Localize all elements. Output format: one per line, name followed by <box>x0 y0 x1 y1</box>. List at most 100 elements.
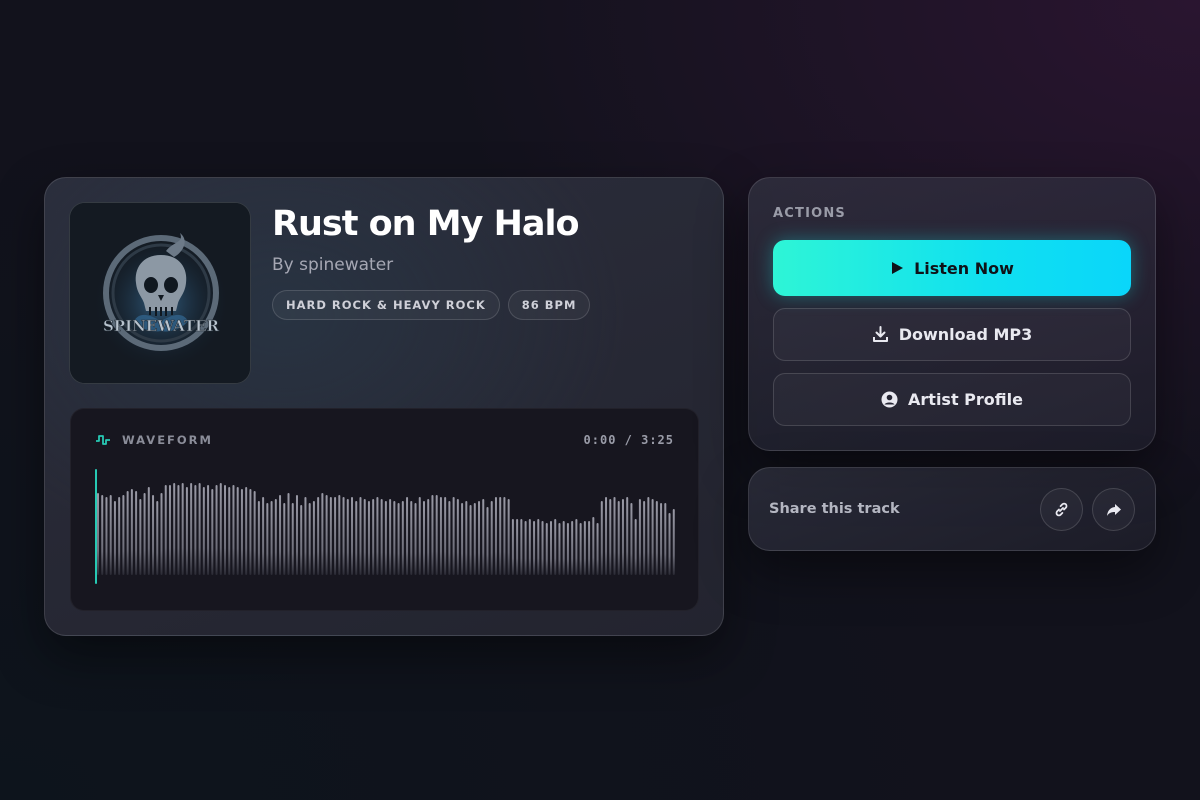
waveform-bar <box>173 483 176 575</box>
waveform-bar <box>545 523 548 575</box>
waveform-bar <box>630 503 633 575</box>
listen-now-button[interactable]: Listen Now <box>773 240 1131 296</box>
waveform-bar <box>338 495 341 575</box>
waveform-bar <box>321 493 324 575</box>
waveform-bar <box>329 497 332 575</box>
waveform-bar <box>219 483 222 575</box>
waveform-bar <box>152 495 155 575</box>
waveform-bar <box>499 497 502 575</box>
waveform-bars[interactable] <box>95 467 675 583</box>
waveform-bar <box>461 503 464 575</box>
waveform-bar <box>177 485 180 575</box>
share-label: Share this track <box>769 501 900 517</box>
waveform-bar <box>130 489 133 575</box>
waveform-bar <box>626 497 629 575</box>
waveform-bar <box>427 499 430 575</box>
waveform-bar <box>245 487 248 575</box>
share-forward-button[interactable] <box>1092 488 1135 531</box>
waveform-bar <box>190 483 193 575</box>
waveform-bar <box>452 497 455 575</box>
waveform-bar <box>126 491 129 575</box>
waveform-bar <box>634 519 637 575</box>
waveform-bar <box>410 501 413 575</box>
download-mp3-button[interactable]: Download MP3 <box>773 308 1131 361</box>
waveform-bar <box>660 503 663 575</box>
waveform-bar <box>113 501 116 575</box>
waveform-bar <box>198 483 201 575</box>
waveform-panel[interactable]: WAVEFORM 0:00 / 3:25 <box>70 408 699 611</box>
skull-emblem-icon: SPINEWATER <box>70 203 250 383</box>
waveform-bar <box>494 497 497 575</box>
bpm-tag: 86 BPM <box>507 290 591 320</box>
genre-tag[interactable]: HARD ROCK & HEAVY ROCK <box>272 290 500 320</box>
waveform-bar <box>549 521 552 575</box>
cover-logo-text: SPINEWATER <box>103 317 220 335</box>
waveform-bar <box>181 483 184 575</box>
waveform-bar <box>414 503 417 575</box>
waveform-bar <box>363 499 366 575</box>
waveform-bar <box>516 519 519 575</box>
waveform-bar <box>537 519 540 575</box>
waveform-bar <box>533 521 536 575</box>
waveform-bar <box>439 497 442 575</box>
waveform-bar <box>270 501 273 575</box>
playback-time: 0:00 / 3:25 <box>583 433 674 447</box>
waveform-bar <box>520 519 523 575</box>
waveform-bar <box>647 497 650 575</box>
waveform-bar <box>376 497 379 575</box>
waveform-bar <box>194 485 197 575</box>
copy-link-button[interactable] <box>1040 488 1083 531</box>
waveform-bar <box>444 497 447 575</box>
waveform-bar <box>507 499 510 575</box>
track-card: SPINEWATER Rust on My Halo By spinewater… <box>44 177 724 636</box>
waveform-bar <box>139 499 142 575</box>
waveform-bar <box>215 485 218 575</box>
actions-card: ACTIONS Listen Now Download MP3 Artist P… <box>748 177 1156 451</box>
waveform-bar <box>304 497 307 575</box>
waveform-bar <box>490 501 493 575</box>
waveform-bar <box>621 499 624 575</box>
waveform-bar <box>406 497 409 575</box>
waveform-bar <box>380 499 383 575</box>
waveform-bar <box>236 487 239 575</box>
waveform-bar <box>617 501 620 575</box>
waveform-bar <box>211 489 214 575</box>
album-cover: SPINEWATER <box>69 202 251 384</box>
waveform-bar <box>207 485 210 575</box>
download-icon <box>872 326 888 342</box>
waveform-bar <box>253 491 256 575</box>
waveform-bar <box>317 497 320 575</box>
waveform-bar <box>393 501 396 575</box>
waveform-bar <box>185 487 188 575</box>
waveform-bar <box>105 497 108 575</box>
waveform-bar <box>664 503 667 575</box>
waveform-bar <box>346 499 349 575</box>
waveform-bar <box>558 523 561 575</box>
waveform-bar <box>372 499 375 575</box>
waveform-bar <box>482 499 485 575</box>
waveform-bar <box>291 503 294 575</box>
track-title: Rust on My Halo <box>272 204 580 244</box>
artist-profile-button[interactable]: Artist Profile <box>773 373 1131 426</box>
waveform-bar <box>101 495 104 575</box>
waveform-bar <box>638 499 641 575</box>
waveform-bar <box>524 521 527 575</box>
waveform-bar <box>274 499 277 575</box>
waveform-bar <box>469 505 472 575</box>
waveform-bar <box>359 497 362 575</box>
playhead[interactable] <box>95 469 97 584</box>
track-tags: HARD ROCK & HEAVY ROCK 86 BPM <box>272 290 591 320</box>
waveform-bar <box>566 523 569 575</box>
waveform-bar <box>541 521 544 575</box>
share-card: Share this track <box>748 467 1156 551</box>
waveform-bar <box>118 497 121 575</box>
waveform-bar <box>143 493 146 575</box>
waveform-bar <box>478 501 481 575</box>
listen-now-label: Listen Now <box>914 258 1014 278</box>
waveform-bar <box>228 487 231 575</box>
waveform-bar <box>164 485 167 575</box>
waveform-bar <box>168 485 171 575</box>
waveform-bar <box>486 507 489 575</box>
waveform-bar <box>600 501 603 575</box>
waveform-bar <box>135 491 138 575</box>
